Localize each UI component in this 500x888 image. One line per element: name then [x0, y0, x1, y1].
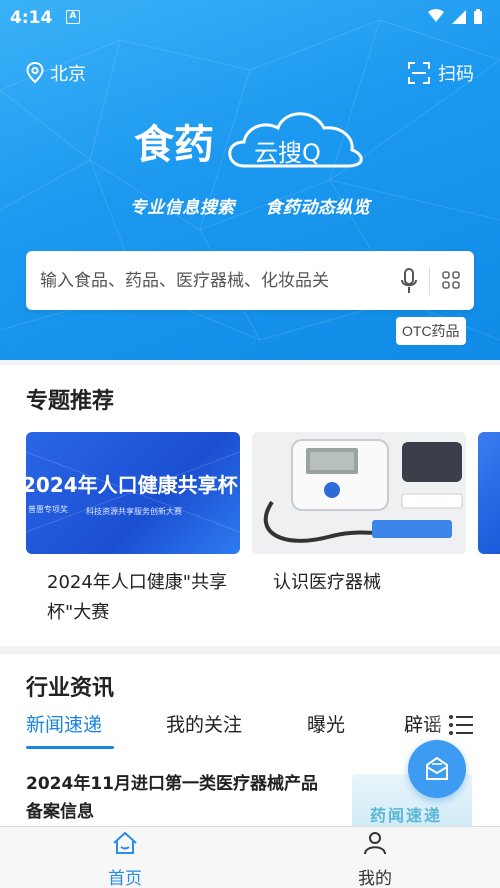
search-input[interactable] — [40, 261, 390, 301]
topic-card-health-cup[interactable]: 2024年人口健康共享杯 普惠专项奖 科技资源共享服务创新大赛 2024年人口健… — [26, 432, 240, 628]
scan-label: 扫码 — [438, 64, 474, 85]
nav-mine-label: 我的 — [358, 869, 392, 888]
app-logo: 食药 云搜Q — [134, 112, 363, 168]
location-label: 北京 — [50, 64, 86, 85]
banner-headline: 2024年人口健康共享杯 — [26, 473, 238, 497]
category-grid-icon[interactable] — [442, 271, 460, 289]
topic-card-image — [252, 432, 466, 554]
home-icon — [113, 831, 137, 854]
tab-news-express[interactable]: 新闻速递 — [26, 710, 102, 737]
blood-pressure-monitor-image — [252, 432, 466, 554]
signal-icon — [452, 10, 466, 24]
topics-title: 专题推荐 — [26, 389, 115, 414]
news-article-title[interactable]: 2024年11月进口第一类医疗器械产品备案信息 — [26, 770, 326, 826]
battery-icon — [474, 11, 482, 24]
active-tab-indicator — [26, 746, 114, 749]
tabs-menu-icon[interactable] — [448, 714, 474, 736]
location-pin-icon — [26, 62, 44, 84]
user-icon — [364, 832, 386, 855]
microphone-icon[interactable] — [400, 267, 418, 295]
feedback-mail-button[interactable] — [408, 740, 466, 798]
news-title: 行业资讯 — [26, 676, 115, 701]
search-divider — [429, 267, 430, 295]
thumbnail-text: 药闻速递 — [370, 806, 443, 825]
bottom-navigation: 首页 我的 — [0, 826, 500, 888]
topics-section: 专题推荐 2024年人口健康共享杯 普惠专项奖 科技资源共享服务创新大赛 202… — [0, 365, 500, 646]
nav-home[interactable]: 首页 — [65, 831, 185, 888]
system-icons — [428, 9, 482, 24]
topic-card-caption: 认识医疗器械 — [273, 572, 381, 593]
search-bar — [26, 251, 474, 310]
industry-news-section: 行业资讯 新闻速递 我的关注 曝光 辟谣 2024年11月进口第一类医疗器械产品… — [0, 654, 500, 826]
nav-mine[interactable]: 我的 — [315, 831, 435, 888]
status-time: 4:14 — [10, 8, 53, 28]
wifi-icon — [428, 9, 444, 22]
tab-my-follows[interactable]: 我的关注 — [166, 710, 242, 737]
slogan-right: 食药动态纵览 — [265, 198, 371, 218]
tab-exposure[interactable]: 曝光 — [307, 710, 345, 737]
mail-icon — [426, 756, 448, 780]
notification-a-icon: A — [66, 10, 80, 24]
banner-sub: 科技资源共享服务创新大赛 — [86, 506, 182, 516]
slogan-left: 专业信息搜索 — [129, 198, 235, 218]
scan-button[interactable]: 扫码 — [408, 60, 474, 86]
topic-card-image: 2024年人口健康共享杯 普惠专项奖 科技资源共享服务创新大赛 — [26, 432, 240, 554]
topic-card-next-peek[interactable] — [478, 432, 500, 554]
nav-home-label: 首页 — [108, 869, 142, 888]
scan-icon — [408, 62, 430, 84]
topic-card-caption: 2024年人口健康"共享杯"大赛 — [47, 572, 228, 623]
banner-sub-left: 普惠专项奖 — [28, 504, 68, 514]
health-cup-banner-art: 2024年人口健康共享杯 普惠专项奖 科技资源共享服务创新大赛 — [26, 451, 240, 533]
status-bar: 4:14 A — [0, 0, 500, 36]
topic-card-medical-devices[interactable]: 认识医疗器械 — [252, 432, 466, 598]
hero-banner: 4:14 A 北京 扫码 食药 云搜Q 专业信息搜索 食药动态纵览 输入食品、药… — [0, 0, 500, 360]
logo-text-cloud: 云搜Q — [254, 139, 321, 167]
location-selector[interactable]: 北京 — [26, 60, 86, 86]
otc-drugs-tag[interactable]: OTC药品 — [396, 317, 466, 345]
logo-text-main: 食药 — [134, 122, 214, 168]
slogan: 专业信息搜索 食药动态纵览 — [0, 193, 500, 218]
